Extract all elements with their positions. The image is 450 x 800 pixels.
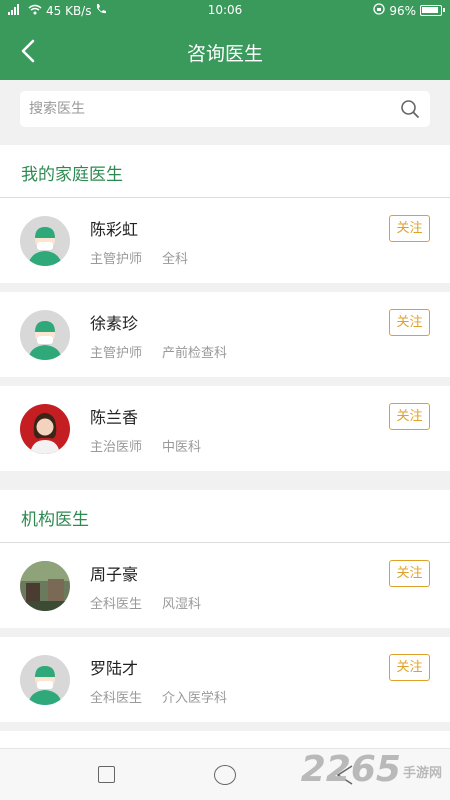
section-header-institution-doctors: 机构医生 (0, 490, 450, 543)
doctor-meta: 主管护师 全科 (90, 248, 188, 267)
rotation-lock-icon (373, 3, 385, 18)
doctor-name: 陈兰香 (90, 408, 139, 427)
doctor-dept: 风湿科 (162, 597, 202, 612)
follow-button[interactable]: 关注 (389, 309, 430, 336)
doctor-card[interactable]: 周子豪 全科医生 风湿科 关注 (0, 543, 450, 628)
page-title: 咨询医生 (186, 43, 263, 65)
doctor-dept: 介入医学科 (162, 691, 228, 706)
doctor-card[interactable]: 徐素珍 主管护师 产前检查科 关注 (0, 292, 450, 377)
default-nurse-avatar (20, 655, 70, 705)
search-box[interactable] (20, 91, 430, 127)
system-nav-bar: 2265 手游网 (0, 748, 450, 800)
follow-button[interactable]: 关注 (389, 560, 430, 587)
doctor-meta: 主管护师 产前检查科 (90, 342, 227, 361)
doctor-name: 罗陆才 (90, 659, 139, 678)
doctor-card-partial (0, 731, 450, 748)
recent-apps-button[interactable] (98, 766, 115, 783)
nav-bar: 咨询医生 (0, 22, 450, 80)
follow-button[interactable]: 关注 (389, 654, 430, 681)
photo-avatar (20, 561, 70, 611)
status-bar: 45 KB/s 10:06 96% (0, 0, 450, 22)
section-title: 我的家庭医生 (21, 165, 123, 185)
default-nurse-avatar (20, 216, 70, 266)
search-icon[interactable] (400, 99, 420, 119)
default-nurse-avatar (20, 310, 70, 360)
doctor-meta: 全科医生 风湿科 (90, 593, 201, 612)
doctor-name: 周子豪 (90, 565, 139, 584)
battery-icon (420, 5, 445, 16)
doctor-title: 全科医生 (90, 691, 143, 706)
section-header-family-doctors: 我的家庭医生 (0, 145, 450, 198)
doctor-meta: 全科医生 介入医学科 (90, 687, 227, 706)
follow-button[interactable]: 关注 (389, 403, 430, 430)
photo-avatar (20, 404, 70, 454)
doctor-card[interactable]: 陈兰香 主治医师 中医科 关注 (0, 386, 450, 471)
doctor-card[interactable]: 陈彩虹 主管护师 全科 关注 (0, 198, 450, 283)
doctor-dept: 中医科 (162, 440, 202, 455)
doctor-title: 全科医生 (90, 597, 143, 612)
doctor-title: 主管护师 (90, 252, 143, 267)
doctor-title: 主治医师 (90, 440, 143, 455)
watermark-logo: 2265 手游网 (300, 749, 442, 790)
section-title: 机构医生 (21, 510, 89, 530)
search-input[interactable] (29, 91, 389, 127)
doctor-title: 主管护师 (90, 346, 143, 361)
doctor-dept: 产前检查科 (162, 346, 228, 361)
home-button[interactable] (214, 765, 236, 785)
search-area (0, 80, 450, 137)
doctor-card[interactable]: 罗陆才 全科医生 介入医学科 关注 (0, 637, 450, 722)
follow-button[interactable]: 关注 (389, 215, 430, 242)
doctor-name: 陈彩虹 (90, 220, 139, 239)
doctor-meta: 主治医师 中医科 (90, 436, 201, 455)
doctor-dept: 全科 (162, 252, 189, 267)
doctor-name: 徐素珍 (90, 314, 139, 333)
battery-percent: 96% (389, 3, 416, 18)
